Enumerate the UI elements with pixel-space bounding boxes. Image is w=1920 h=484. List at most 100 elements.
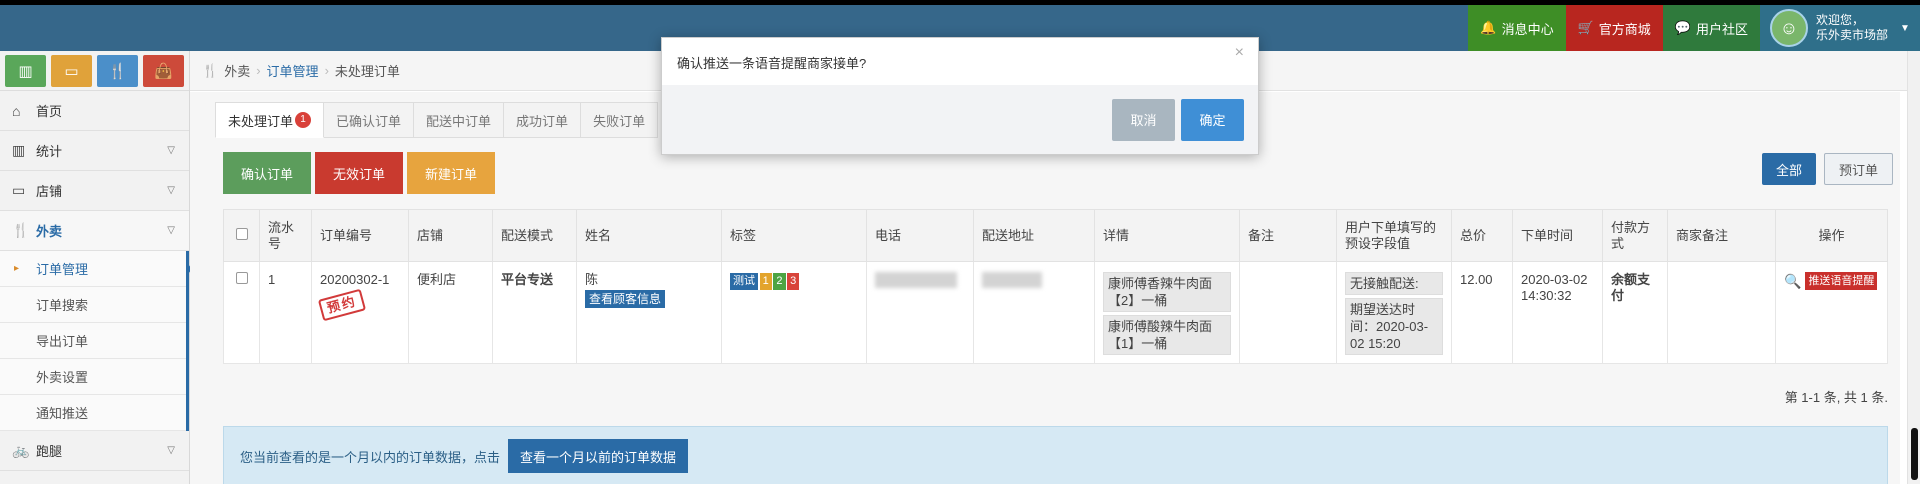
tab-failed[interactable]: 失败订单	[581, 102, 659, 138]
sidebar-item-home[interactable]: ⌂ 首页	[0, 91, 189, 131]
order-tabs: 未处理订单 1 已确认订单 配送中订单 成功订单 失败订单	[215, 102, 659, 138]
view-customer-button[interactable]: 查看顾客信息	[585, 290, 666, 308]
quick-stats-button[interactable]: ▥	[5, 55, 46, 87]
cutlery-icon: 🍴	[108, 63, 127, 80]
ok-button[interactable]: 确定	[1181, 98, 1244, 141]
history-info-bar: 您当前查看的是一个月以内的订单数据，点击 查看一个月以前的订单数据	[223, 426, 1888, 484]
dialog-message: 确认推送一条语音提醒商家接单?	[662, 38, 1258, 87]
col-phone: 电话	[866, 209, 974, 262]
chevron-down-icon: ▽	[167, 225, 175, 236]
col-delivery-mode: 配送模式	[492, 209, 577, 262]
push-voice-remind-button[interactable]: 推送语音提醒	[1805, 272, 1878, 290]
dialog-footer: 取消 确定	[662, 85, 1258, 154]
pagination-summary: 第 1-1 条, 共 1 条.	[1784, 390, 1888, 405]
bag-icon: 👜	[154, 63, 173, 80]
message-center-link[interactable]: 🔔 消息中心	[1468, 5, 1566, 51]
chevron-down-icon: ▽	[167, 445, 175, 456]
row-select-cell	[223, 261, 260, 364]
user-community-link[interactable]: 💬 用户社区	[1662, 5, 1760, 51]
col-preset-field: 用户下单填写的预设字段值	[1336, 209, 1452, 262]
history-info-text: 您当前查看的是一个月以内的订单数据，点击	[240, 449, 501, 465]
confirm-order-button[interactable]: 确认订单	[223, 152, 312, 194]
select-all-checkbox[interactable]	[235, 227, 248, 240]
breadcrumb-separator: ›	[256, 63, 261, 78]
official-mall-link[interactable]: 🛒 官方商城	[1565, 5, 1663, 51]
quick-shop-button[interactable]: ▭	[51, 55, 92, 87]
sidebar-item-errand[interactable]: 🚲 跑腿 ▽	[0, 431, 189, 471]
user-info: 欢迎您， 乐外卖市场部	[1816, 13, 1888, 43]
quick-takeout-button[interactable]: 🍴	[97, 55, 138, 87]
close-icon[interactable]: ×	[1235, 44, 1244, 62]
sidebar-item-label: 统计	[36, 144, 63, 159]
message-center-label: 消息中心	[1501, 21, 1554, 37]
unprocessed-count-badge: 1	[295, 112, 312, 128]
tab-delivering[interactable]: 配送中订单	[414, 102, 505, 138]
tab-confirmed[interactable]: 已确认订单	[324, 102, 415, 138]
preset-item: 期望送达时间：2020-03-02 15:20	[1345, 298, 1443, 355]
cell-tags: 测试 1 2 3	[721, 261, 867, 364]
quick-bag-button[interactable]: 👜	[143, 55, 184, 87]
view-older-orders-button[interactable]: 查看一个月以前的订单数据	[508, 439, 689, 473]
tab-success[interactable]: 成功订单	[504, 102, 582, 138]
avatar: ☺	[1770, 9, 1808, 47]
col-order-no: 订单编号	[311, 209, 409, 262]
scrollbar-thumb[interactable]	[1911, 428, 1918, 480]
tag-3: 3	[787, 273, 800, 290]
cell-serial: 1	[259, 261, 312, 364]
breadcrumb-order-manage[interactable]: 订单管理	[267, 61, 319, 80]
all-orders-button[interactable]: 全部	[1761, 153, 1816, 185]
cancel-button[interactable]: 取消	[1112, 98, 1175, 141]
sidebar-item-shop[interactable]: ▭ 店铺 ▽	[0, 171, 189, 211]
home-icon: ⌂	[12, 102, 21, 119]
cell-order-no: 20200302-1 预约	[311, 261, 409, 364]
sidebar-item-order-manage[interactable]: 订单管理	[0, 251, 195, 287]
preorder-stamp: 预约	[317, 288, 367, 322]
address-redacted	[982, 272, 1042, 288]
cell-preset-field: 无接触配送: 期望送达时间：2020-03-02 15:20	[1336, 261, 1452, 364]
row-checkbox[interactable]	[235, 272, 248, 284]
customer-name: 陈	[585, 272, 599, 287]
user-community-label: 用户社区	[1695, 21, 1748, 37]
new-order-button[interactable]: 新建订单	[407, 152, 496, 194]
sidebar-item-label: 跑腿	[36, 444, 63, 459]
sidebar-item-takeout-settings[interactable]: 外卖设置	[0, 359, 186, 395]
sidebar-item-label: 外卖	[36, 224, 63, 239]
phone-redacted	[875, 272, 957, 288]
order-table: 流水号 订单编号 店铺 配送模式 姓名 标签 电话 配送地址 详情 备注 用户下…	[223, 209, 1888, 364]
breadcrumb-separator: ›	[324, 63, 329, 78]
sidebar-item-stats[interactable]: ▥ 统计 ▽	[0, 131, 189, 171]
cell-shop: 便利店	[408, 261, 493, 364]
cart-icon: 🛒	[1577, 20, 1594, 35]
sidebar: ▥ ▭ 🍴 👜 ⌂ 首页 ▥ 统计 ▽ ▭ 店铺 ▽ 🍴 外卖 ▽ 订单管理 订…	[0, 51, 195, 484]
bar-chart-icon: ▥	[12, 142, 26, 158]
breadcrumb-current: 未处理订单	[334, 64, 400, 79]
col-remark: 备注	[1239, 209, 1337, 262]
cell-merchant-remark	[1667, 261, 1776, 364]
cell-remark	[1239, 261, 1337, 364]
col-merchant-remark: 商家备注	[1667, 209, 1776, 262]
user-menu[interactable]: ☺ 欢迎您， 乐外卖市场部 ▼	[1760, 5, 1920, 51]
preorder-button[interactable]: 预订单	[1823, 153, 1893, 185]
sidebar-item-order-search[interactable]: 订单搜索	[0, 287, 186, 323]
confirm-dialog: 确认推送一条语音提醒商家接单? × 取消 确定	[661, 37, 1259, 155]
col-order-time: 下单时间	[1512, 209, 1603, 262]
chevron-down-icon: ▽	[167, 145, 175, 156]
detail-item: 康师傅酸辣牛肉面【1】一桶	[1103, 315, 1231, 355]
breadcrumb-root[interactable]: 外卖	[224, 61, 250, 80]
invalid-order-button[interactable]: 无效订单	[315, 152, 404, 194]
cell-phone	[866, 261, 974, 364]
sidebar-item-notify-push[interactable]: 通知推送	[0, 395, 186, 431]
order-no-text: 20200302-1	[320, 272, 390, 287]
cell-delivery-mode: 平台专送	[492, 261, 577, 364]
tab-unprocessed[interactable]: 未处理订单 1	[215, 102, 325, 138]
sidebar-item-export-order[interactable]: 导出订单	[0, 323, 186, 359]
page-scrollbar[interactable]	[1907, 51, 1920, 484]
cell-detail: 康师傅香辣牛肉面【2】一桶 康师傅酸辣牛肉面【1】一桶	[1094, 261, 1240, 364]
select-all-cell	[223, 209, 260, 262]
chat-icon: 💬	[1674, 20, 1691, 35]
search-icon[interactable]: 🔍	[1784, 273, 1801, 289]
welcome-text: 欢迎您，	[1816, 13, 1865, 27]
tag-test: 测试	[730, 273, 758, 290]
sidebar-item-takeout[interactable]: 🍴 外卖 ▽	[0, 211, 189, 251]
table-row: 1 20200302-1 预约 便利店 平台专送 陈 查看顾客信息 测试 1 2…	[223, 261, 1888, 364]
